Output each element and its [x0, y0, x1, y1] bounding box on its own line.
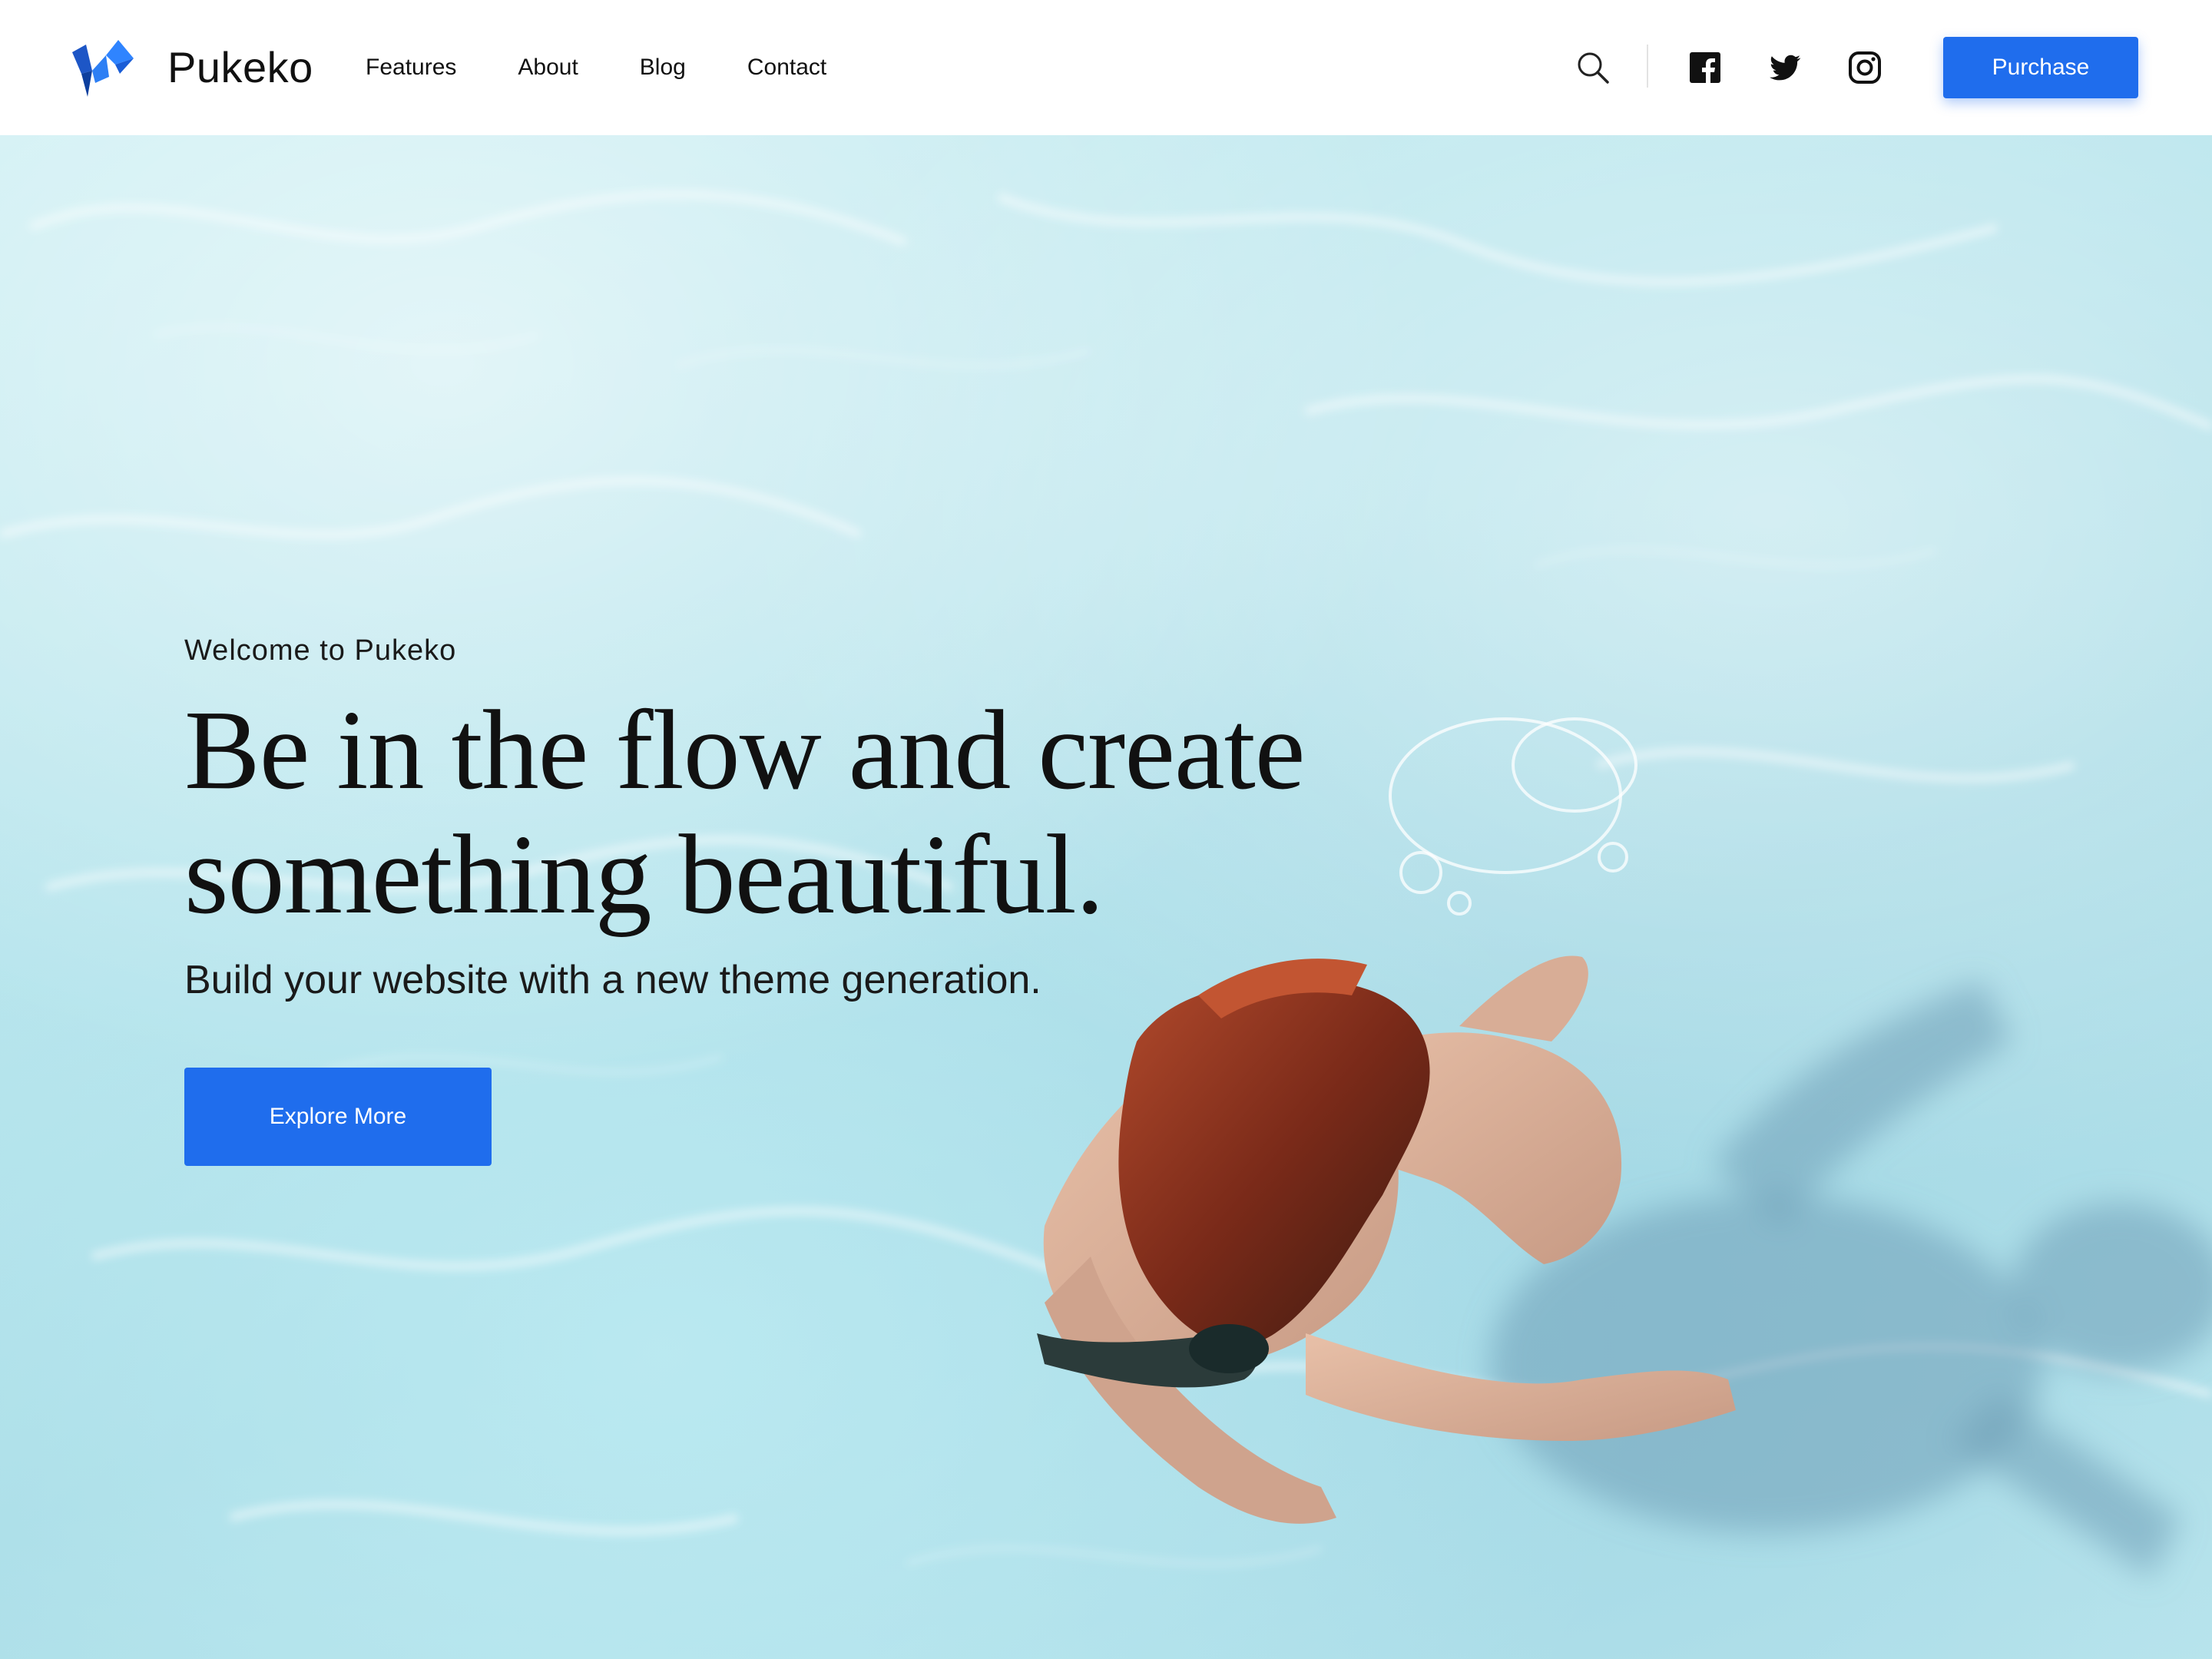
instagram-icon[interactable] — [1848, 51, 1882, 84]
explore-more-button[interactable]: Explore More — [184, 1068, 492, 1166]
facebook-icon[interactable] — [1688, 51, 1722, 84]
nav-item-features[interactable]: Features — [366, 55, 456, 81]
hero-subheading: Build your website with a new theme gene… — [184, 958, 1041, 1002]
search-icon[interactable] — [1576, 51, 1610, 84]
hero-headline-line2: something beautiful. — [184, 812, 1104, 938]
twitter-icon[interactable] — [1768, 51, 1802, 84]
site-header: Pukeko Features About Blog Contact Purch… — [0, 0, 2212, 135]
brand-name[interactable]: Pukeko — [167, 37, 313, 98]
header-divider — [1647, 45, 1648, 88]
nav-item-blog[interactable]: Blog — [640, 55, 686, 81]
hero-headline-line1: Be in the flow and create — [184, 687, 1305, 813]
logo-icon[interactable] — [72, 38, 134, 97]
purchase-button[interactable]: Purchase — [1943, 37, 2138, 98]
hero-headline: Be in the flow and create something beau… — [184, 688, 1413, 937]
hero-section: Welcome to Pukeko Be in the flow and cre… — [0, 135, 2212, 1659]
nav-item-about[interactable]: About — [518, 55, 578, 81]
hero-welcome: Welcome to Pukeko — [184, 634, 457, 667]
main-nav: Features About Blog Contact — [366, 0, 888, 135]
nav-item-contact[interactable]: Contact — [747, 55, 826, 81]
